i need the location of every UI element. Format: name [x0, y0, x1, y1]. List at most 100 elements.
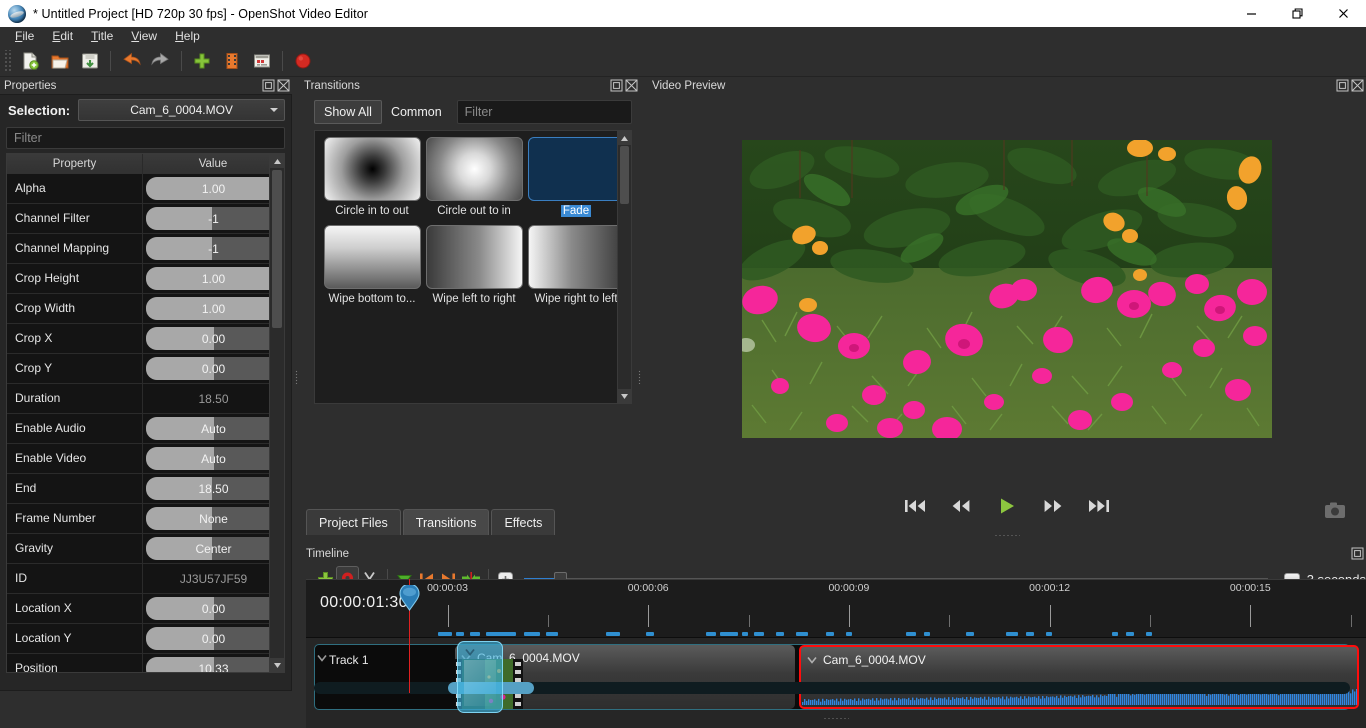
- save-project-icon[interactable]: [75, 48, 105, 74]
- timeline-clip[interactable]: Cam_6_0004.MOV: [799, 645, 1359, 709]
- transitions-filter-input[interactable]: Filter: [456, 100, 632, 124]
- property-value-cell[interactable]: 18.50: [143, 474, 284, 503]
- fast-forward-button[interactable]: [1040, 496, 1066, 518]
- open-project-icon[interactable]: [45, 48, 75, 74]
- property-value-cell[interactable]: 0.00: [143, 624, 284, 653]
- toolbar-grip[interactable]: [3, 49, 12, 72]
- rewind-button[interactable]: [948, 496, 974, 518]
- playhead-handle[interactable]: [399, 585, 420, 611]
- transition-item[interactable]: Wipe left to right: [423, 225, 525, 305]
- close-panel-icon[interactable]: [625, 79, 638, 92]
- track-row-1[interactable]: Track 1 Cam_6_0004.MOV Cam_6_0004.MOV: [314, 641, 1359, 713]
- play-button[interactable]: [994, 496, 1020, 518]
- transition-item[interactable]: Circle out to in: [423, 137, 525, 217]
- menu-edit[interactable]: Edit: [43, 27, 82, 45]
- menu-view[interactable]: View: [122, 27, 166, 45]
- properties-filter-input[interactable]: Filter: [6, 127, 285, 149]
- property-value-slider[interactable]: Auto: [146, 417, 281, 440]
- float-panel-icon[interactable]: [1336, 79, 1349, 92]
- property-value-cell[interactable]: Center: [143, 534, 284, 563]
- property-value-slider[interactable]: 1.00: [146, 297, 281, 320]
- property-value-slider[interactable]: 1.00: [146, 267, 281, 290]
- transitions-scrollbar[interactable]: [617, 131, 631, 403]
- transition-thumbnail[interactable]: [527, 225, 625, 289]
- property-value-cell[interactable]: 0.00: [143, 594, 284, 623]
- scroll-up-icon[interactable]: [618, 131, 631, 145]
- tab-transitions[interactable]: Transitions: [402, 509, 490, 535]
- restore-icon[interactable]: [1274, 0, 1320, 27]
- property-value-cell[interactable]: -1: [143, 204, 284, 233]
- scroll-down-icon[interactable]: [618, 389, 631, 403]
- property-value-cell[interactable]: 1.00: [143, 174, 284, 203]
- property-value-slider[interactable]: -1: [146, 237, 281, 260]
- property-value-cell[interactable]: 1.00: [143, 294, 284, 323]
- undo-icon[interactable]: [116, 48, 146, 74]
- close-panel-icon[interactable]: [1351, 79, 1364, 92]
- chevron-down-icon[interactable]: [463, 646, 477, 658]
- property-value-slider[interactable]: 0.00: [146, 627, 281, 650]
- transition-thumbnail[interactable]: [425, 137, 523, 201]
- menu-title[interactable]: Title: [82, 27, 122, 45]
- transition-item[interactable]: Fade: [525, 137, 627, 217]
- choose-profile-icon[interactable]: [217, 48, 247, 74]
- jump-to-start-button[interactable]: [902, 496, 928, 518]
- property-value-cell[interactable]: -1: [143, 234, 284, 263]
- property-value-slider[interactable]: 0.00: [146, 327, 281, 350]
- transition-thumbnail[interactable]: [323, 137, 421, 201]
- chevron-down-icon[interactable]: [805, 654, 819, 666]
- property-value-cell[interactable]: Auto: [143, 444, 284, 473]
- timeline-ruler[interactable]: 00:00:01:30 00:00:03 00:00:06 00:00:09 00:0…: [306, 579, 1366, 637]
- minimize-icon[interactable]: [1228, 0, 1274, 27]
- scroll-down-icon[interactable]: [270, 658, 284, 672]
- property-value-slider[interactable]: 10.33: [146, 657, 281, 672]
- jump-to-end-button[interactable]: [1086, 496, 1112, 518]
- new-project-icon[interactable]: [15, 48, 45, 74]
- show-all-button[interactable]: Show All: [314, 100, 382, 124]
- close-panel-icon[interactable]: [277, 79, 290, 92]
- property-value-cell[interactable]: None: [143, 504, 284, 533]
- transition-item[interactable]: Wipe right to left: [525, 225, 627, 305]
- scroll-up-icon[interactable]: [270, 154, 284, 168]
- property-value-slider[interactable]: 1.00: [146, 177, 281, 200]
- property-value-slider[interactable]: Auto: [146, 447, 281, 470]
- property-value-slider[interactable]: 18.50: [146, 477, 281, 500]
- panel-splitter-right[interactable]: [636, 317, 642, 437]
- playhead-line[interactable]: [399, 579, 420, 693]
- timeline-clip[interactable]: Cam_6_0004.MOV: [455, 645, 795, 709]
- import-files-icon[interactable]: [187, 48, 217, 74]
- tab-project-files[interactable]: Project Files: [306, 509, 401, 535]
- panel-splitter-left[interactable]: [293, 317, 299, 437]
- preview-splitter[interactable]: [648, 531, 1366, 540]
- transition-thumbnail[interactable]: [323, 225, 421, 289]
- float-panel-icon[interactable]: [610, 79, 623, 92]
- menu-help[interactable]: Help: [166, 27, 209, 45]
- property-value-slider[interactable]: Center: [146, 537, 281, 560]
- timeline-bottom-splitter[interactable]: [306, 717, 1366, 720]
- scrollbar-thumb[interactable]: [620, 146, 629, 204]
- chevron-down-icon[interactable]: [315, 652, 329, 664]
- property-value-cell[interactable]: 0.00: [143, 324, 284, 353]
- common-button[interactable]: Common: [382, 100, 451, 124]
- properties-scrollbar[interactable]: [269, 154, 284, 672]
- property-value-cell[interactable]: 0.00: [143, 354, 284, 383]
- camera-icon[interactable]: [1324, 501, 1346, 519]
- property-value-cell[interactable]: Auto: [143, 414, 284, 443]
- property-value-slider[interactable]: -1: [146, 207, 281, 230]
- tab-effects[interactable]: Effects: [491, 509, 556, 535]
- fullscreen-icon[interactable]: [247, 48, 277, 74]
- property-value-slider[interactable]: None: [146, 507, 281, 530]
- property-value-cell[interactable]: 10.33: [143, 654, 284, 672]
- close-icon[interactable]: [1320, 0, 1366, 27]
- transition-thumbnail[interactable]: [527, 137, 625, 201]
- fade-transition-overlay[interactable]: [457, 641, 503, 713]
- transition-thumbnail[interactable]: [425, 225, 523, 289]
- float-panel-icon[interactable]: [262, 79, 275, 92]
- transition-item[interactable]: Circle in to out: [321, 137, 423, 217]
- transition-item[interactable]: Wipe bottom to...: [321, 225, 423, 305]
- menu-file[interactable]: File: [6, 27, 43, 45]
- property-value-slider[interactable]: 0.00: [146, 597, 281, 620]
- property-value-slider[interactable]: 0.00: [146, 357, 281, 380]
- scrollbar-thumb[interactable]: [272, 170, 282, 328]
- float-panel-icon[interactable]: [1351, 547, 1364, 560]
- selection-dropdown[interactable]: Cam_6_0004.MOV: [78, 99, 285, 121]
